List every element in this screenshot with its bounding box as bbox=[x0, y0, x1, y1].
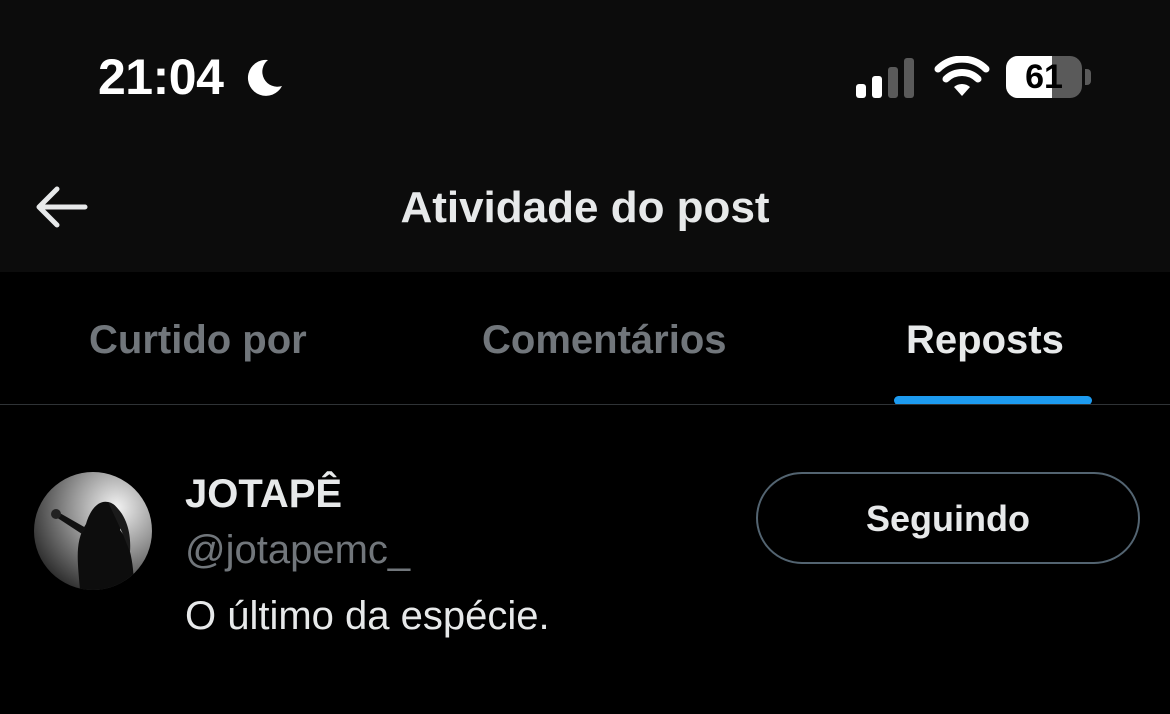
cellular-signal-icon bbox=[856, 58, 914, 98]
battery-body: 61 bbox=[1006, 56, 1082, 98]
moon-icon bbox=[247, 59, 282, 96]
battery-cap bbox=[1085, 69, 1091, 85]
page-title: Atividade do post bbox=[400, 183, 770, 232]
user-handle[interactable]: @jotapemc_ bbox=[185, 524, 410, 576]
tabs-divider bbox=[0, 404, 1170, 405]
following-button[interactable]: Seguindo bbox=[756, 472, 1140, 564]
avatar[interactable] bbox=[34, 472, 152, 590]
tab-curtido-por[interactable]: Curtido por bbox=[89, 314, 307, 366]
tab-reposts[interactable]: Reposts bbox=[906, 314, 1064, 366]
battery-icon: 61 bbox=[1006, 56, 1092, 100]
user-name[interactable]: JOTAPÊ bbox=[185, 468, 342, 520]
tab-comentarios[interactable]: Comentários bbox=[482, 314, 727, 366]
status-time: 21:04 bbox=[98, 49, 224, 105]
user-bio: O último da espécie. bbox=[185, 594, 550, 638]
battery-level: 61 bbox=[1025, 58, 1063, 96]
wifi-icon bbox=[934, 56, 990, 96]
